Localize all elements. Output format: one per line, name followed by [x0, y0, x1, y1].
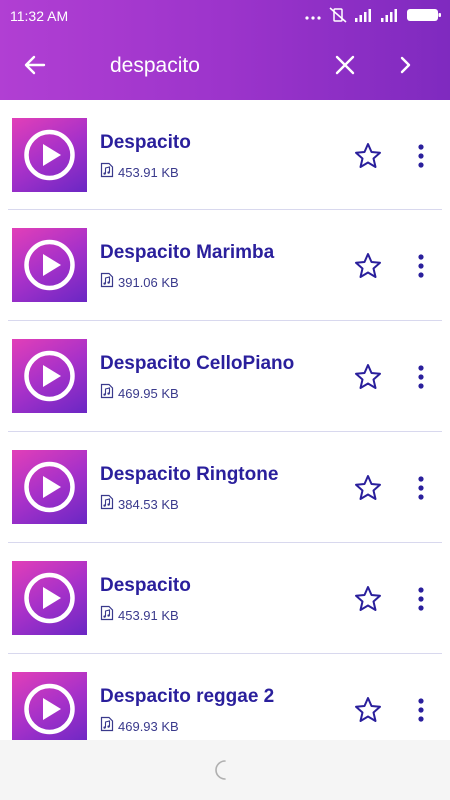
result-row[interactable]: Despacito 453.91 KB [8, 543, 442, 654]
song-size: 469.95 KB [100, 383, 179, 404]
file-size: 469.93 KB [118, 719, 179, 734]
song-thumbnail[interactable] [12, 118, 87, 192]
file-size: 453.91 KB [118, 165, 179, 180]
more-vert-icon [418, 144, 424, 168]
song-thumbnail[interactable] [12, 672, 87, 740]
more-options-button[interactable] [408, 362, 434, 392]
more-options-button[interactable] [408, 473, 434, 503]
more-options-button[interactable] [408, 141, 434, 171]
music-file-icon [100, 272, 114, 293]
app-header: 11:32 AM [0, 0, 450, 100]
play-icon [24, 239, 75, 291]
star-icon [355, 253, 381, 278]
clear-search-button[interactable] [328, 50, 362, 84]
play-icon [24, 572, 75, 624]
more-vert-icon [418, 587, 424, 611]
play-icon [24, 129, 75, 181]
favorite-button[interactable] [353, 141, 383, 171]
song-size: 453.91 KB [100, 605, 179, 626]
music-file-icon [100, 605, 114, 626]
search-input[interactable] [110, 50, 320, 82]
song-size: 384.53 KB [100, 494, 179, 515]
star-icon [355, 586, 381, 611]
favorite-button[interactable] [353, 251, 383, 281]
result-row[interactable]: Despacito Marimba 391.06 KB [8, 210, 442, 321]
favorite-button[interactable] [353, 362, 383, 392]
favorite-button[interactable] [353, 473, 383, 503]
more-vert-icon [418, 365, 424, 389]
music-file-icon [100, 383, 114, 404]
star-icon [355, 475, 381, 500]
star-icon [355, 697, 381, 722]
song-size: 453.91 KB [100, 162, 179, 183]
loading-footer [0, 740, 450, 800]
battery-icon [406, 7, 442, 23]
favorite-button[interactable] [353, 695, 383, 725]
music-file-icon [100, 716, 114, 737]
play-icon [24, 350, 75, 402]
music-file-icon [100, 494, 114, 515]
status-time: 11:32 AM [10, 8, 69, 24]
result-row[interactable]: Despacito 453.91 KB [8, 100, 442, 210]
dots-icon [304, 8, 322, 22]
song-title: Despacito [100, 132, 191, 153]
music-file-icon [100, 162, 114, 183]
file-size: 391.06 KB [118, 275, 179, 290]
arrow-left-icon [23, 53, 47, 82]
song-title: Despacito reggae 2 [100, 686, 275, 707]
result-row[interactable]: Despacito reggae 2 469.93 KB [8, 654, 442, 740]
song-title: Despacito Ringtone [100, 464, 279, 485]
star-icon [355, 364, 381, 389]
results-list: Despacito 453.91 KB Despacito Marimba 39… [0, 100, 450, 740]
status-bar: 11:32 AM [0, 0, 450, 32]
chevron-right-icon [397, 55, 413, 80]
play-icon [24, 683, 75, 735]
song-title: Despacito CelloPiano [100, 353, 295, 374]
more-options-button[interactable] [408, 695, 434, 725]
song-thumbnail[interactable] [12, 339, 87, 413]
file-size: 453.91 KB [118, 608, 179, 623]
loading-spinner-icon [211, 758, 235, 787]
back-button[interactable] [18, 50, 52, 84]
file-size: 469.95 KB [118, 386, 179, 401]
more-vert-icon [418, 698, 424, 722]
more-vert-icon [418, 254, 424, 278]
file-size: 384.53 KB [118, 497, 179, 512]
search-toolbar [0, 32, 450, 100]
song-size: 391.06 KB [100, 272, 179, 293]
song-title: Despacito Marimba [100, 242, 275, 263]
close-icon [334, 54, 356, 81]
song-title: Despacito [100, 575, 191, 596]
more-options-button[interactable] [408, 584, 434, 614]
status-icons [304, 7, 442, 23]
song-thumbnail[interactable] [12, 450, 87, 524]
vibrate-off-icon [328, 7, 348, 23]
result-row[interactable]: Despacito CelloPiano 469.95 KB [8, 321, 442, 432]
signal-icon [380, 8, 400, 22]
song-thumbnail[interactable] [12, 561, 87, 635]
result-row[interactable]: Despacito Ringtone 384.53 KB [8, 432, 442, 543]
more-options-button[interactable] [408, 251, 434, 281]
song-thumbnail[interactable] [12, 228, 87, 302]
play-icon [24, 461, 75, 513]
song-size: 469.93 KB [100, 716, 179, 737]
signal-icon [354, 8, 374, 22]
star-icon [355, 143, 381, 168]
favorite-button[interactable] [353, 584, 383, 614]
next-button[interactable] [388, 50, 422, 84]
more-vert-icon [418, 476, 424, 500]
